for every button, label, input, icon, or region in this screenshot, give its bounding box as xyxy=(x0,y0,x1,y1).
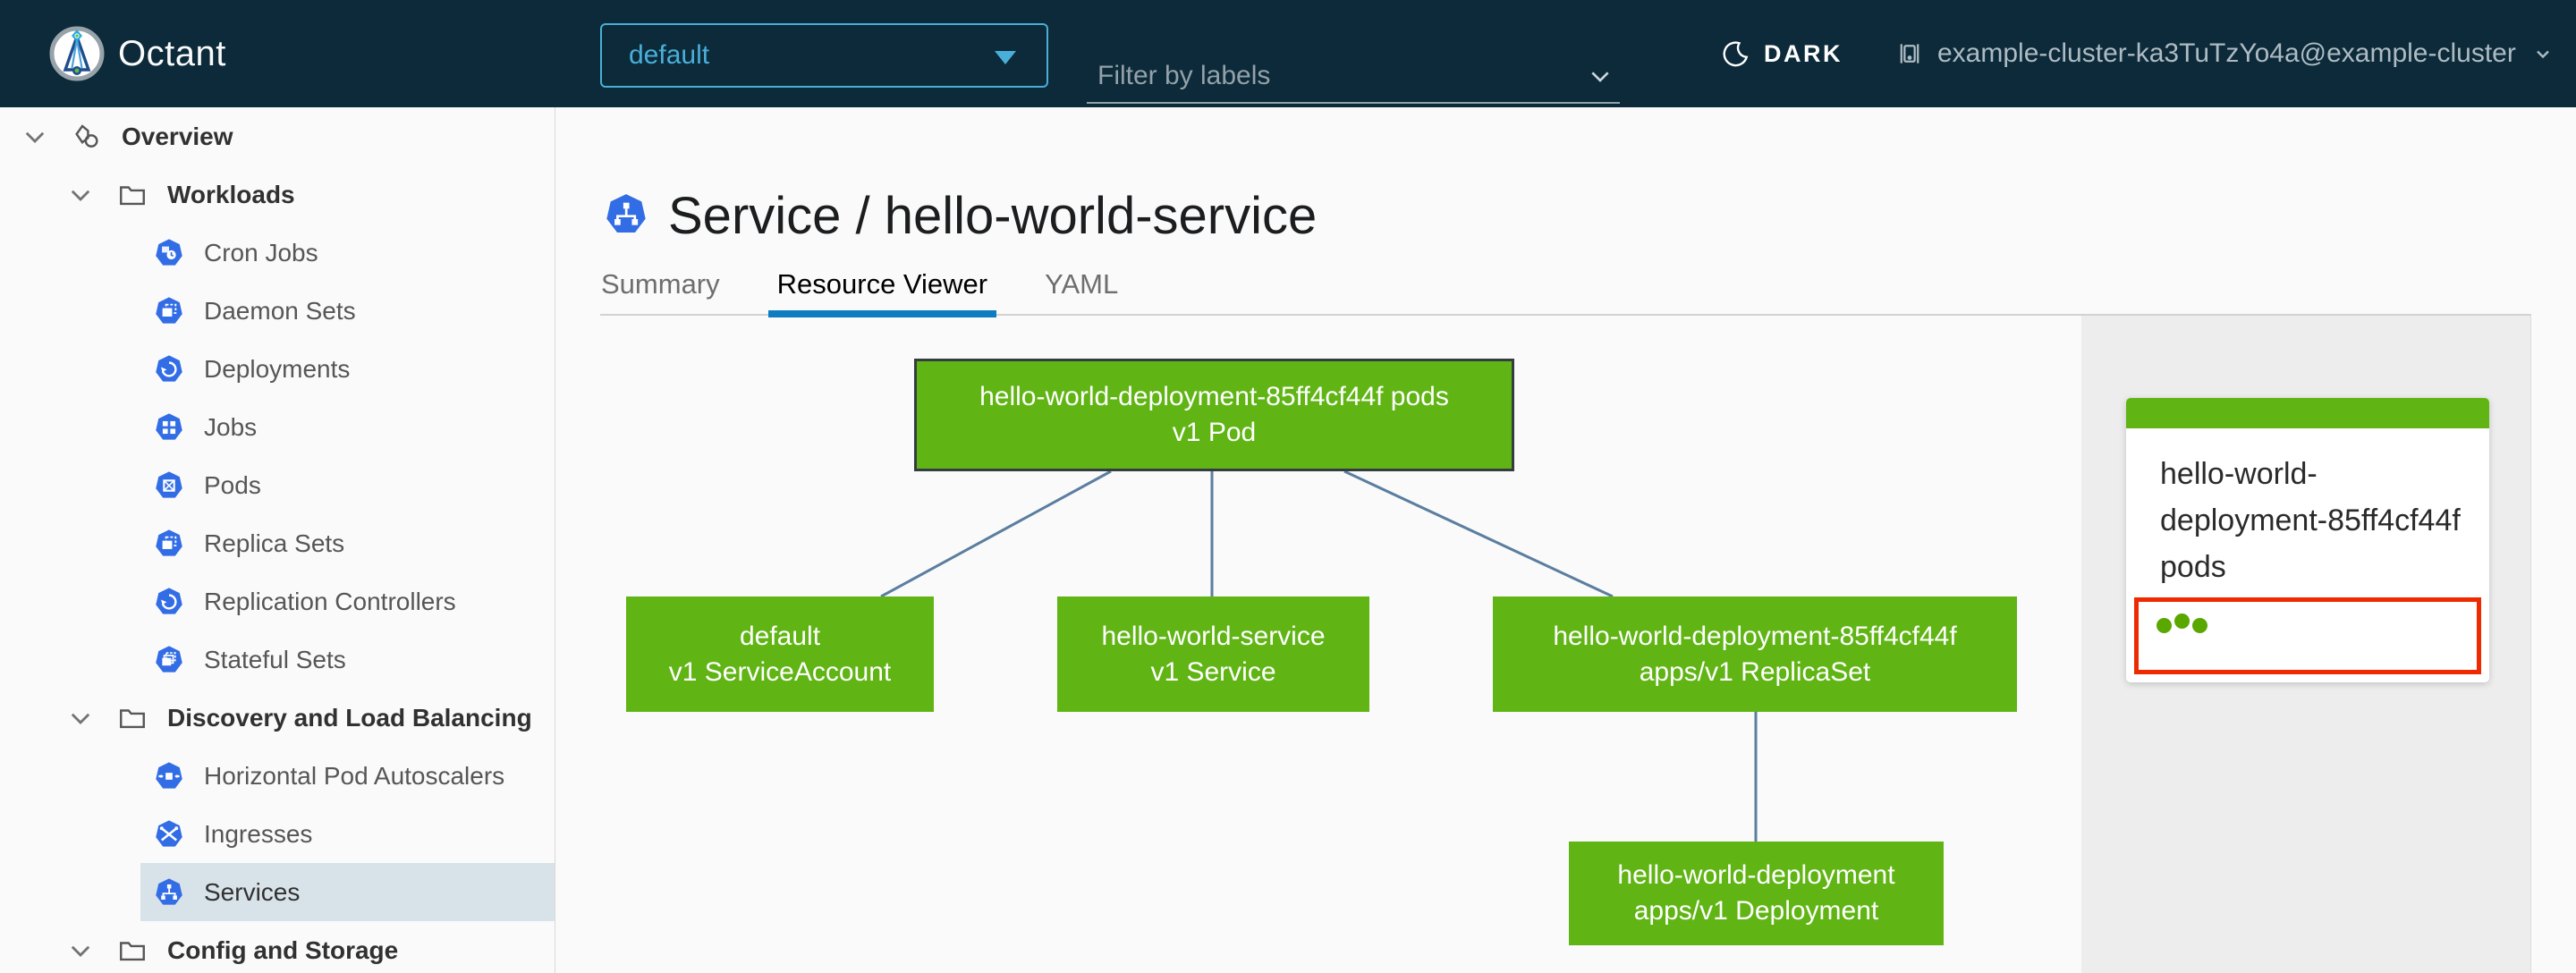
sidebar-item-pods[interactable]: Pods xyxy=(0,456,555,514)
folder-icon xyxy=(117,935,148,966)
replication-controllers-icon xyxy=(154,587,184,617)
sidebar-item-stateful-sets[interactable]: Stateful Sets xyxy=(0,630,555,689)
graph-node-label: v1 ServiceAccount xyxy=(668,656,892,687)
graph-node-replicaset[interactable]: hello-world-deployment-85ff4cf44f apps/v1… xyxy=(1493,596,2017,712)
graph-node-label: hello-world-deployment xyxy=(1617,860,1895,890)
label-filter xyxy=(1087,52,1620,104)
sidebar-item-deployments[interactable]: Deployments xyxy=(0,340,555,398)
octant-logo-icon xyxy=(48,25,106,82)
cluster-context-selector[interactable]: example-cluster-ka3TuTzYo4a@example-clus… xyxy=(1894,0,2554,107)
sidebar-item-overview[interactable]: Overview xyxy=(0,107,555,165)
tab-yaml[interactable]: YAML xyxy=(1036,261,1127,317)
pod-status-selection[interactable] xyxy=(2134,597,2481,674)
pod-ok-dot[interactable] xyxy=(2192,618,2207,633)
tab-summary[interactable]: Summary xyxy=(592,261,729,317)
cluster-context-label: example-cluster-ka3TuTzYo4a@example-clus… xyxy=(1937,38,2516,68)
app-title: Octant xyxy=(118,33,226,73)
cluster-icon xyxy=(1894,38,1925,69)
sidebar-item-label: Replication Controllers xyxy=(204,587,456,615)
top-header-bar: Octant default DARK example-cluster-ka3T xyxy=(0,0,2576,107)
sidebar-item-label: Deployments xyxy=(204,354,351,383)
chevron-down-icon[interactable] xyxy=(20,122,50,152)
filter-chevron-down-icon[interactable] xyxy=(1586,63,1614,91)
moon-icon xyxy=(1723,40,1750,67)
sidebar-item-label: Stateful Sets xyxy=(204,645,346,673)
sidebar-item-cron-jobs[interactable]: Cron Jobs xyxy=(0,224,555,282)
sidebar-item-label: Daemon Sets xyxy=(204,296,356,325)
chevron-down-icon[interactable] xyxy=(65,180,96,210)
cron-jobs-icon xyxy=(154,238,184,268)
graph-node-serviceaccount[interactable]: default v1 ServiceAccount xyxy=(626,596,934,712)
graph-node-label: hello-world-service xyxy=(1101,621,1326,651)
sidebar-item-label: Pods xyxy=(204,470,261,499)
jobs-icon xyxy=(154,412,184,443)
graph-node-label: v1 Service xyxy=(1150,656,1276,687)
detail-panel: hello-world-deployment-85ff4cf44f pods xyxy=(2081,316,2531,973)
tab-resource-viewer[interactable]: Resource Viewer xyxy=(767,261,997,317)
sidebar-nav: Overview Workloads Cron Jobs Daemon Sets Dep… xyxy=(0,107,555,973)
graph-node-label: hello-world-deployment-85ff4cf44f xyxy=(1553,621,1957,651)
sidebar-item-label: Discovery and Load Balancing xyxy=(167,703,532,732)
card-status-bar xyxy=(2126,398,2489,428)
page-title: Service / hello-world-service xyxy=(668,187,1318,245)
sidebar-item-config-and-storage[interactable]: Config and Storage xyxy=(0,921,555,973)
sidebar-item-horizontal-pod-autoscalers[interactable]: Horizontal Pod Autoscalers xyxy=(0,747,555,805)
graph-node-label: apps/v1 Deployment xyxy=(1633,896,1879,926)
ingresses-icon xyxy=(154,819,184,850)
pod-status-dots xyxy=(2157,613,2207,633)
sidebar-item-label: Workloads xyxy=(167,180,295,208)
theme-toggle-button[interactable]: DARK xyxy=(1723,0,1843,107)
sidebar-item-label: Services xyxy=(204,877,301,906)
pod-detail-card[interactable]: hello-world-deployment-85ff4cf44f pods xyxy=(2126,398,2489,682)
service-icon xyxy=(604,188,648,241)
sidebar-item-label: Horizontal Pod Autoscalers xyxy=(204,761,505,790)
sidebar-item-ingresses[interactable]: Ingresses xyxy=(0,805,555,863)
graph-node-label: v1 Pod xyxy=(1172,418,1257,447)
tab-bar: Summary Resource Viewer YAML xyxy=(592,261,1166,317)
sidebar-item-replica-sets[interactable]: Replica Sets xyxy=(0,514,555,572)
theme-toggle-label: DARK xyxy=(1764,39,1843,67)
replica-sets-icon xyxy=(154,529,184,559)
label-filter-input[interactable] xyxy=(1096,52,1564,100)
dropdown-caret-icon xyxy=(995,51,1016,64)
sidebar-item-label: Replica Sets xyxy=(204,529,345,557)
sidebar-item-label: Overview xyxy=(122,122,233,150)
services-icon xyxy=(154,877,184,908)
horizontal-pod-autoscalers-icon xyxy=(154,761,184,791)
sidebar-item-daemon-sets[interactable]: Daemon Sets xyxy=(0,282,555,340)
chevron-down-icon[interactable] xyxy=(65,935,96,966)
sidebar-item-workloads[interactable]: Workloads xyxy=(0,165,555,224)
overview-icon xyxy=(72,122,102,152)
sidebar-item-jobs[interactable]: Jobs xyxy=(0,398,555,456)
deployments-icon xyxy=(154,354,184,385)
folder-icon xyxy=(117,703,148,733)
folder-icon xyxy=(117,180,148,210)
graph-node-service[interactable]: hello-world-service v1 Service xyxy=(1057,596,1369,712)
graph-node-label: hello-world-deployment-85ff4cf44f pods xyxy=(979,382,1449,411)
sidebar-item-replication-controllers[interactable]: Replication Controllers xyxy=(0,572,555,630)
stateful-sets-icon xyxy=(154,645,184,675)
pod-ok-dot[interactable] xyxy=(2157,618,2172,633)
pods-icon xyxy=(154,470,184,501)
sidebar-item-label: Ingresses xyxy=(204,819,313,848)
pod-ok-dot[interactable] xyxy=(2174,613,2190,629)
namespace-select-value: default xyxy=(629,40,710,70)
graph-node-label: default xyxy=(739,621,821,651)
graph-node-pod[interactable]: hello-world-deployment-85ff4cf44f pods v1… xyxy=(914,359,1514,471)
sidebar-item-label: Cron Jobs xyxy=(204,238,318,267)
sidebar-item-services[interactable]: Services xyxy=(0,863,555,921)
sidebar-item-discovery-and-load-balancing[interactable]: Discovery and Load Balancing xyxy=(0,689,555,747)
card-title: hello-world-deployment-85ff4cf44f pods xyxy=(2160,457,2461,584)
graph-node-deployment[interactable]: hello-world-deployment apps/v1 Deployment xyxy=(1569,842,1944,945)
graph-node-label: apps/v1 ReplicaSet xyxy=(1639,656,1871,687)
chevron-down-icon[interactable] xyxy=(65,703,96,733)
daemon-sets-icon xyxy=(154,296,184,326)
namespace-select[interactable]: default xyxy=(600,23,1048,88)
sidebar-item-label: Jobs xyxy=(204,412,258,441)
octant-app: Octant default DARK example-cluster-ka3T xyxy=(0,0,2576,973)
sidebar-item-label: Config and Storage xyxy=(167,935,399,964)
context-chevron-down-icon xyxy=(2532,43,2554,64)
